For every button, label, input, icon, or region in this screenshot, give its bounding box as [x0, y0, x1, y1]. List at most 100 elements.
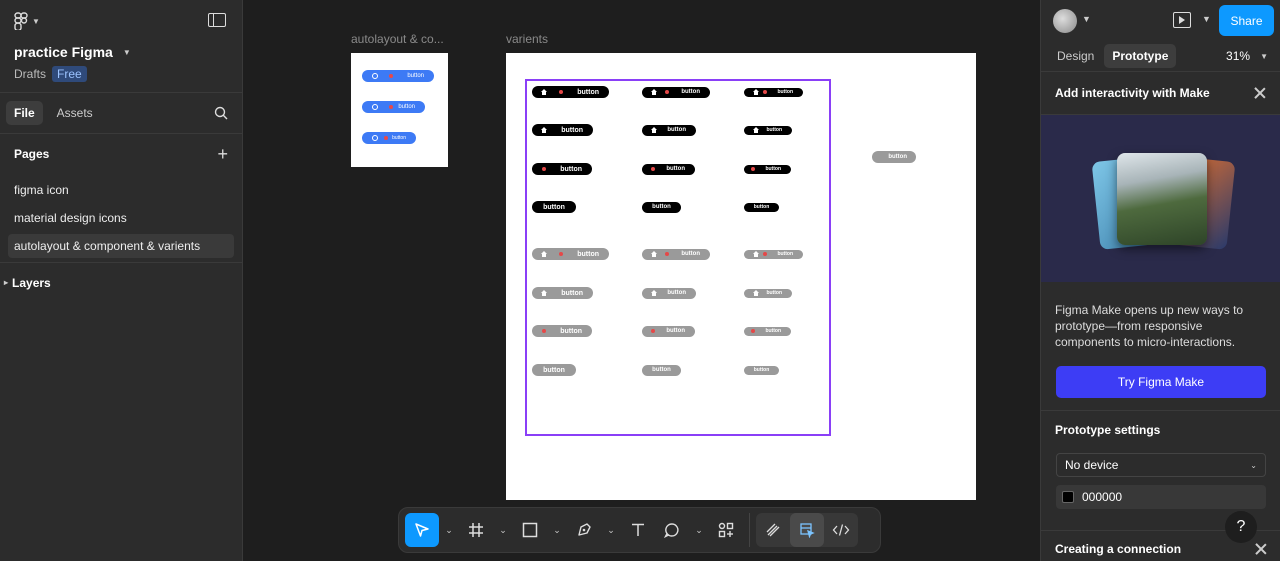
- canvas[interactable]: autolayout & co... button button button …: [243, 0, 1040, 561]
- frame-varients[interactable]: button button button button button button but…: [506, 53, 976, 500]
- tab-design[interactable]: Design: [1049, 44, 1102, 68]
- variant-button[interactable]: button: [642, 201, 681, 213]
- page-item-material-design-icons[interactable]: material design icons: [8, 206, 234, 230]
- try-figma-make-button[interactable]: Try Figma Make: [1056, 366, 1266, 398]
- mini-button[interactable]: button: [362, 101, 425, 113]
- close-icon[interactable]: [1254, 87, 1266, 99]
- tab-assets[interactable]: Assets: [49, 101, 101, 125]
- frame-tool[interactable]: [459, 513, 493, 547]
- variant-button[interactable]: button: [744, 125, 792, 135]
- variant-button[interactable]: button: [642, 124, 696, 136]
- sidebar-toggle-icon[interactable]: [208, 13, 226, 27]
- share-button[interactable]: Share: [1219, 5, 1274, 36]
- comment-tool[interactable]: [655, 513, 689, 547]
- variant-button[interactable]: button: [744, 249, 803, 259]
- mini-button-label: button: [398, 104, 415, 110]
- home-icon: [753, 290, 759, 296]
- background-color-field[interactable]: 000000: [1056, 485, 1266, 509]
- frame-label-varients[interactable]: varients: [506, 32, 548, 46]
- present-icon[interactable]: [1173, 12, 1191, 28]
- avatar[interactable]: [1053, 9, 1077, 33]
- chevron-down-icon[interactable]: ▼: [1202, 14, 1211, 24]
- variant-button[interactable]: button: [744, 164, 791, 174]
- variant-button[interactable]: button: [744, 365, 779, 375]
- variant-button[interactable]: button: [532, 248, 609, 260]
- add-page-icon[interactable]: +: [217, 144, 228, 165]
- figma-menu-button[interactable]: ▼: [14, 12, 40, 30]
- mini-button[interactable]: button: [362, 132, 416, 144]
- variant-button[interactable]: button: [744, 288, 792, 298]
- variant-button[interactable]: button: [532, 325, 592, 337]
- variant-button[interactable]: button: [642, 248, 710, 260]
- device-select[interactable]: No device ⌄: [1056, 453, 1266, 477]
- pen-tool[interactable]: [567, 513, 601, 547]
- chevron-down-icon[interactable]: ⌄: [439, 513, 459, 547]
- chevron-down-icon[interactable]: ⌄: [547, 513, 567, 547]
- loose-button[interactable]: button: [872, 151, 916, 163]
- pages-heading: Pages: [14, 147, 50, 161]
- color-hex-value[interactable]: 000000: [1082, 490, 1122, 504]
- search-icon[interactable]: [214, 106, 228, 120]
- help-button[interactable]: ?: [1225, 511, 1257, 543]
- home-icon: [753, 127, 759, 133]
- actions-tool[interactable]: [709, 513, 743, 547]
- zoom-level: 31%: [1226, 49, 1251, 63]
- promo-illustration: [1041, 114, 1280, 282]
- chevron-down-icon: ▼: [1260, 51, 1268, 61]
- user-icon: [372, 135, 378, 141]
- draw-mode-tool[interactable]: [756, 513, 790, 547]
- file-title[interactable]: practice Figma ▼: [14, 44, 131, 60]
- heart-icon: [763, 90, 768, 94]
- variant-button[interactable]: button: [642, 364, 681, 376]
- variant-button[interactable]: button: [744, 87, 803, 97]
- text-tool[interactable]: [621, 513, 655, 547]
- move-tool[interactable]: [405, 513, 439, 547]
- chevron-down-icon[interactable]: ⌄: [601, 513, 621, 547]
- chevron-down-icon: ⌄: [1250, 460, 1257, 470]
- variant-button[interactable]: button: [532, 201, 576, 213]
- plan-badge[interactable]: Free: [52, 66, 87, 82]
- chevron-down-icon[interactable]: ⌄: [689, 513, 709, 547]
- page-item-autolayout[interactable]: autolayout & component & varients: [8, 234, 234, 258]
- toolbar-divider: [749, 513, 750, 547]
- zoom-control[interactable]: 31% ▼: [1226, 49, 1268, 63]
- variant-button[interactable]: button: [532, 163, 592, 175]
- variant-button-label: button: [543, 203, 565, 211]
- design-mode-tool[interactable]: [790, 513, 824, 547]
- device-value: No device: [1065, 458, 1119, 472]
- dev-mode-tool[interactable]: [824, 513, 858, 547]
- shape-tool[interactable]: [513, 513, 547, 547]
- tab-file[interactable]: File: [6, 101, 43, 125]
- bottom-toolbar: ⌄ ⌄ ⌄ ⌄ ⌄: [398, 507, 881, 553]
- drafts-label[interactable]: Drafts: [14, 67, 46, 81]
- variant-button[interactable]: button: [532, 287, 593, 299]
- mini-button[interactable]: button: [362, 70, 434, 82]
- variant-button-label: button: [561, 289, 583, 297]
- variant-button[interactable]: button: [744, 202, 779, 212]
- heart-icon: [389, 74, 393, 78]
- tab-prototype[interactable]: Prototype: [1104, 43, 1177, 68]
- variant-button[interactable]: button: [642, 287, 696, 299]
- variant-button-label: button: [543, 366, 565, 374]
- prototype-settings-heading: Prototype settings: [1055, 423, 1161, 437]
- color-swatch[interactable]: [1062, 491, 1074, 503]
- chevron-down-icon: ▼: [32, 16, 40, 26]
- frame-autolayout[interactable]: button button button: [351, 53, 448, 167]
- home-icon: [651, 290, 657, 296]
- close-icon[interactable]: [1255, 543, 1267, 555]
- variant-button[interactable]: button: [744, 326, 791, 336]
- chevron-down-icon[interactable]: ▼: [1082, 14, 1091, 24]
- variant-button[interactable]: button: [642, 86, 710, 98]
- page-item-figma-icon[interactable]: figma icon: [8, 178, 234, 202]
- home-icon: [541, 251, 547, 257]
- frame-label-autolayout[interactable]: autolayout & co...: [351, 32, 444, 46]
- cursor-icon: [415, 523, 429, 537]
- variant-button[interactable]: button: [532, 86, 609, 98]
- variant-button-label: button: [561, 126, 583, 134]
- chevron-down-icon[interactable]: ⌄: [493, 513, 513, 547]
- layers-section[interactable]: ▸ Layers: [0, 262, 242, 302]
- variant-button[interactable]: button: [642, 325, 695, 337]
- variant-button[interactable]: button: [532, 364, 576, 376]
- variant-button[interactable]: button: [642, 163, 695, 175]
- variant-button[interactable]: button: [532, 124, 593, 136]
